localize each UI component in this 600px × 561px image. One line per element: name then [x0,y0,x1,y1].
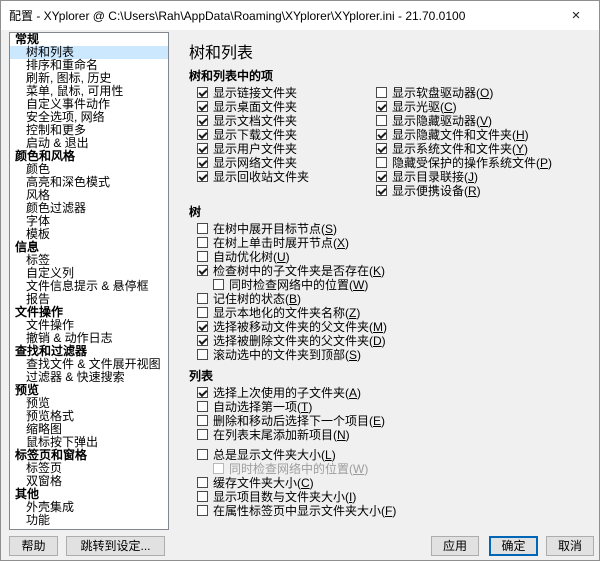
checkbox-row[interactable]: 显示便携设备(R) [376,183,552,198]
checkbox-label: 在属性标签页中显示文件夹大小(F) [213,503,397,518]
sidebar-list: 常规 树和列表 排序和重命名 刷新, 图标, 历史 菜单, 鼠标, 可用性 自定义事件动作… [9,32,169,530]
checkbox-checked[interactable] [197,156,208,168]
page-title: 树和列表 [189,45,254,62]
checkbox-unchecked[interactable] [376,156,387,168]
checkbox-checked[interactable] [197,86,208,98]
checkbox-unchecked[interactable] [213,462,224,474]
section-header: 树和列表中的项 [189,69,274,83]
checkbox-row[interactable]: 在属性标签页中显示文件夹大小(F) [197,503,593,518]
checkbox-label: 滚动选中的文件夹到顶部(S) [213,347,362,362]
checkbox-checked[interactable] [376,128,387,140]
checkbox-label: 显示回收站文件夹 [213,169,310,184]
checkbox-unchecked[interactable] [197,476,208,488]
checkbox-checked[interactable] [376,170,387,182]
checkbox-checked[interactable] [197,334,208,346]
checkbox-unchecked[interactable] [197,292,208,304]
checkbox-unchecked[interactable] [197,504,208,516]
checkbox-checked[interactable] [197,264,208,276]
cancel-button[interactable]: 取消 [546,536,594,556]
checkbox-unchecked[interactable] [213,278,224,290]
ok-button[interactable]: 确定 [489,536,538,556]
checkbox-checked[interactable] [197,386,208,398]
checkbox-unchecked[interactable] [376,86,387,98]
help-button[interactable]: 帮助 [9,536,58,556]
checkbox-unchecked[interactable] [197,414,208,426]
checkbox-unchecked[interactable] [376,114,387,126]
checkbox-unchecked[interactable] [197,348,208,360]
checkbox-checked[interactable] [376,184,387,196]
checkbox-checked[interactable] [197,100,208,112]
checkbox-unchecked[interactable] [197,222,208,234]
checkbox-unchecked[interactable] [197,448,208,460]
jump-to-setting-button[interactable]: 跳转到设定... [66,536,165,556]
checkbox-unchecked[interactable] [197,250,208,262]
checkbox-row[interactable]: 显示回收站文件夹 [197,169,376,184]
section-header: 树 [189,205,202,219]
settings-panel: 树和列表 树和列表中的项 显示链接文件夹 显示桌面文件夹 显示文档文件夹 显示下载文件… [189,39,593,518]
checkbox-checked[interactable] [376,100,387,112]
section-tree: 树 在树中展开目标节点(S) 在树上单击时展开节点(X) 自动优化树(U) 检查树中的… [189,203,593,362]
checkbox-unchecked[interactable] [197,400,208,412]
checkbox-unchecked[interactable] [197,306,208,318]
section-header: 列表 [189,369,214,383]
title-bar: 配置 - XYplorer @ C:\Users\Rah\AppData\Roa… [1,1,599,30]
checkbox-checked[interactable] [197,114,208,126]
checkbox-checked[interactable] [197,128,208,140]
config-dialog: 配置 - XYplorer @ C:\Users\Rah\AppData\Roa… [0,0,600,561]
section-list: 列表 选择上次使用的子文件夹(A) 自动选择第一项(T) 删除和移动后选择下一个项目… [189,367,593,518]
sidebar-item[interactable]: 功能 [10,514,168,527]
checkbox-unchecked[interactable] [197,236,208,248]
checkbox-checked[interactable] [376,142,387,154]
apply-button[interactable]: 应用 [431,536,479,556]
checkbox-checked[interactable] [197,170,208,182]
checkbox-unchecked[interactable] [197,428,208,440]
checkbox-row[interactable]: 滚动选中的文件夹到顶部(S) [197,347,593,362]
checkbox-checked[interactable] [197,142,208,154]
checkbox-unchecked[interactable] [197,490,208,502]
checkbox-row[interactable]: 在列表末尾添加新项目(N) [197,427,593,442]
close-icon[interactable]: × [553,1,599,30]
window-title: 配置 - XYplorer @ C:\Users\Rah\AppData\Roa… [9,9,466,23]
section-tree-list-items: 树和列表中的项 显示链接文件夹 显示桌面文件夹 显示文档文件夹 显示下载文件夹 显示用户… [189,67,593,198]
checkbox-label: 在列表末尾添加新项目(N) [213,427,350,442]
checkbox-checked[interactable] [197,320,208,332]
checkbox-label: 显示便携设备(R) [392,183,481,198]
